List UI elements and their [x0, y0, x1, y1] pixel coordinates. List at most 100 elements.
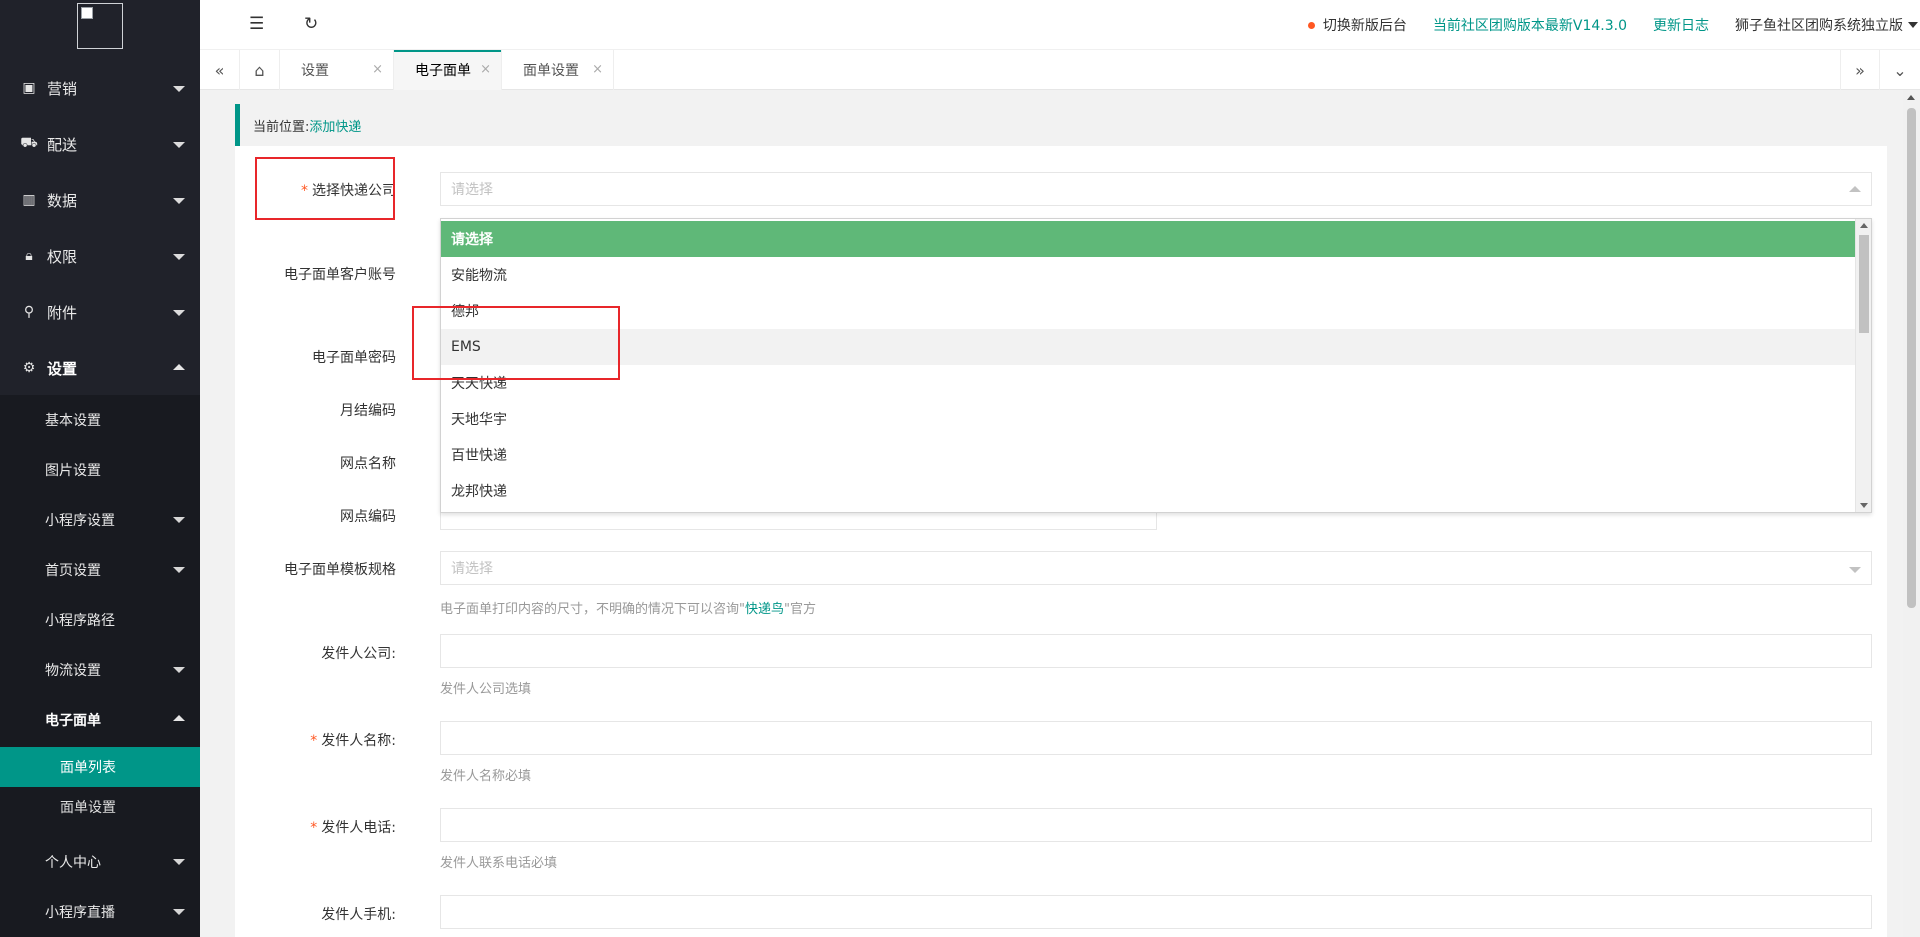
company-placeholder: 请选择: [451, 182, 493, 198]
menu-settings[interactable]: ⚙ 设置: [0, 340, 200, 396]
option-anneng[interactable]: 安能物流: [441, 257, 1855, 293]
menu-attachment[interactable]: ⚲ 附件: [0, 284, 200, 340]
changelog-link[interactable]: 更新日志: [1653, 15, 1709, 35]
settings-submenu: 基本设置 图片设置 小程序设置 首页设置 小程序路径 物流设置 电子面单 面单列…: [0, 395, 200, 937]
option-ems[interactable]: EMS: [441, 329, 1855, 365]
chevron-down-icon: [173, 517, 185, 523]
scroll-up-arrow-icon[interactable]: [1907, 95, 1915, 100]
option-baishi[interactable]: 百世快递: [441, 437, 1855, 473]
chevron-down-icon: [1908, 22, 1918, 28]
subsub-waybill-list[interactable]: 面单列表: [0, 747, 200, 787]
sender-phone-label-text: 发件人电话:: [321, 820, 396, 836]
template-hint-post: "官方: [784, 602, 816, 617]
sender-phone-input[interactable]: [440, 808, 1872, 842]
chevron-down-icon: [173, 142, 185, 148]
option-tiantian[interactable]: 天天快递: [441, 365, 1855, 401]
submenu-home-settings[interactable]: 首页设置: [0, 545, 200, 595]
submenu-electronic-waybill[interactable]: 电子面单: [0, 695, 200, 745]
lock-icon: 🔒︎: [25, 248, 33, 264]
dropdown-scroll-thumb[interactable]: [1859, 235, 1869, 333]
sender-company-input[interactable]: [440, 634, 1872, 668]
orange-dot-icon: [1307, 21, 1315, 29]
option-tiandi-huayu[interactable]: 天地华宇: [441, 401, 1855, 437]
chevron-down-icon: [173, 667, 185, 673]
monthly-label-text: 月结编码: [340, 403, 396, 419]
sender-name-hint-text: 发件人名称必填: [440, 769, 532, 784]
bar-chart-icon: ▥: [22, 192, 36, 208]
chevron-down-icon: [173, 254, 185, 260]
template-hint: 电子面单打印内容的尺寸，不明确的情况下可以咨询"快递鸟"官方: [440, 598, 816, 617]
account-label: 电子面单客户账号: [236, 264, 396, 284]
subsub-label: 面单设置: [60, 800, 116, 816]
switch-new-backend-link[interactable]: 切换新版后台: [1307, 15, 1407, 35]
sender-mobile-input[interactable]: [440, 895, 1872, 929]
tab-menu-chevron-icon[interactable]: ⌄: [1880, 50, 1920, 90]
site-name-label: 网点名称: [236, 453, 396, 473]
chevron-up-icon: [173, 715, 185, 721]
breadcrumb-current[interactable]: 添加快递: [309, 116, 361, 135]
password-label-text: 电子面单密码: [312, 350, 396, 366]
company-label: * 选择快递公司: [236, 180, 396, 200]
menu-data[interactable]: ▥ 数据: [0, 172, 200, 228]
option-label: 天天快递: [451, 376, 507, 392]
submenu-miniprogram-path[interactable]: 小程序路径: [0, 595, 200, 645]
submenu-label: 个人中心: [45, 855, 101, 871]
submenu-label: 小程序直播: [45, 905, 115, 921]
tab-electronic-waybill[interactable]: 电子面单 ×: [394, 50, 502, 90]
home-icon[interactable]: ⌂: [240, 50, 280, 90]
menu-marketing[interactable]: ▣ 营销: [0, 60, 200, 116]
submenu-label: 首页设置: [45, 563, 101, 579]
brand-dropdown[interactable]: 狮子鱼社区团购系统独立版: [1735, 15, 1918, 35]
dropdown-scrollbar[interactable]: [1855, 219, 1871, 512]
chevron-down-icon: [173, 567, 185, 573]
sender-name-input[interactable]: [440, 721, 1872, 755]
menu-permission[interactable]: 🔒︎ 权限: [0, 228, 200, 284]
switch-label: 切换新版后台: [1322, 18, 1407, 34]
tab-scroll-left-icon[interactable]: «: [200, 50, 240, 90]
option-please-select[interactable]: 请选择: [441, 221, 1855, 257]
close-icon[interactable]: ×: [480, 62, 491, 77]
close-icon[interactable]: ×: [592, 62, 603, 77]
header-right: 切换新版后台 当前社区团购版本最新V14.3.0 更新日志 狮子鱼社区团购系统独…: [1307, 0, 1920, 50]
breadcrumb-prefix: 当前位置:: [253, 119, 310, 135]
subsub-waybill-settings[interactable]: 面单设置: [0, 787, 200, 827]
tab-scroll-right-icon[interactable]: »: [1840, 50, 1880, 90]
tab-label: 设置: [301, 63, 329, 79]
version-link[interactable]: 当前社区团购版本最新V14.3.0: [1433, 15, 1627, 35]
page-scroll-thumb[interactable]: [1907, 108, 1916, 608]
submenu-personal-center[interactable]: 个人中心: [0, 837, 200, 887]
breadcrumb: 当前位置: 添加快递: [235, 104, 1887, 146]
submenu-live-stream[interactable]: 小程序直播: [0, 887, 200, 937]
chevron-down-icon: [173, 859, 185, 865]
sender-mobile-label-text: 发件人手机:: [321, 907, 396, 923]
logo-image: [77, 3, 123, 49]
collapse-menu-icon[interactable]: ☰: [249, 14, 264, 34]
kdniao-link[interactable]: 快递鸟: [745, 602, 784, 617]
template-select[interactable]: 请选择: [440, 551, 1872, 585]
company-dropdown-list: 请选择 安能物流 德邦 EMS 天天快递 天地华宇 百世快递 龙邦快递: [440, 218, 1872, 513]
refresh-icon[interactable]: ↻: [304, 14, 318, 34]
broken-image-icon: [81, 7, 93, 19]
changelog-label: 更新日志: [1653, 18, 1709, 34]
sender-mobile-label: 发件人手机:: [236, 904, 396, 924]
template-placeholder: 请选择: [451, 561, 493, 577]
option-longbang[interactable]: 龙邦快递: [441, 473, 1855, 509]
submenu-image-settings[interactable]: 图片设置: [0, 445, 200, 495]
account-label-text: 电子面单客户账号: [284, 267, 396, 283]
scroll-up-arrow-icon[interactable]: [1860, 223, 1868, 228]
submenu-logistics-settings[interactable]: 物流设置: [0, 645, 200, 695]
menu-delivery[interactable]: ⛟ 配送: [0, 116, 200, 172]
brand-label: 狮子鱼社区团购系统独立版: [1735, 18, 1903, 34]
tab-settings[interactable]: 设置 ×: [280, 50, 394, 90]
option-label: EMS: [451, 339, 481, 355]
menu-label: 附件: [47, 303, 78, 322]
scroll-down-arrow-icon[interactable]: [1860, 503, 1868, 508]
option-debang[interactable]: 德邦: [441, 293, 1855, 329]
company-select[interactable]: 请选择: [440, 172, 1872, 206]
option-label: 龙邦快递: [451, 484, 507, 500]
submenu-miniprogram-settings[interactable]: 小程序设置: [0, 495, 200, 545]
close-icon[interactable]: ×: [372, 62, 383, 77]
submenu-basic-settings[interactable]: 基本设置: [0, 395, 200, 445]
tab-waybill-settings[interactable]: 面单设置 ×: [502, 50, 614, 90]
page-scrollbar[interactable]: [1903, 90, 1920, 937]
